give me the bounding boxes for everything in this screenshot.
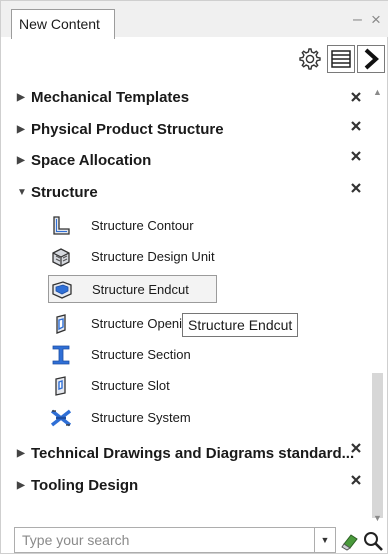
collapsed-triangle-icon: ▶ <box>17 448 25 459</box>
list-view-icon <box>331 50 351 68</box>
tree-category-tooling-design[interactable]: ▶ Tooling Design <box>17 473 138 499</box>
scroll-up-arrow-icon[interactable]: ▲ <box>373 87 382 97</box>
structure-contour-icon <box>53 216 70 235</box>
close-button[interactable]: × <box>371 11 381 28</box>
remove-category-icon[interactable] <box>349 90 363 104</box>
chevron-right-icon <box>364 48 379 70</box>
scrollbar-thumb[interactable] <box>372 373 383 518</box>
new-content-panel: New Content – × ▶ Mechanical Templates ▶… <box>0 0 388 554</box>
remove-category-icon[interactable] <box>349 441 363 455</box>
tree-category-physical-product-structure[interactable]: ▶ Physical Product Structure <box>17 117 224 143</box>
tree-scrollbar[interactable]: ▲ ▼ <box>370 83 385 533</box>
expand-panel-button[interactable] <box>357 45 385 73</box>
tooltip-structure-endcut: Structure Endcut <box>182 313 299 337</box>
tree-item-structure-endcut[interactable]: Structure Endcut <box>48 275 217 303</box>
search-bar: ▼ <box>14 527 386 553</box>
settings-button[interactable] <box>295 45 323 73</box>
structure-opening-icon <box>56 314 66 334</box>
structure-slot-icon <box>55 376 66 396</box>
eraser-icon[interactable] <box>340 531 360 551</box>
scroll-down-arrow-icon[interactable]: ▼ <box>373 513 382 523</box>
collapsed-triangle-icon: ▶ <box>17 480 25 491</box>
structure-system-icon <box>50 409 72 427</box>
remove-category-icon[interactable] <box>349 473 363 487</box>
tree-category-technical-drawings[interactable]: ▶ Technical Drawings and Diagrams standar… <box>17 441 354 467</box>
tree-item-structure-section[interactable]: Structure Section <box>48 341 316 369</box>
list-view-button[interactable] <box>327 45 355 73</box>
tree-item-structure-contour[interactable]: Structure Contour <box>48 212 316 240</box>
structure-design-unit-icon <box>52 248 70 267</box>
collapsed-triangle-icon: ▶ <box>17 124 25 135</box>
panel-header: New Content – × <box>1 1 388 39</box>
tree-category-space-allocation[interactable]: ▶ Space Allocation <box>17 148 151 174</box>
search-icon[interactable] <box>362 530 384 552</box>
structure-endcut-icon <box>52 281 72 299</box>
tree-item-structure-slot[interactable]: Structure Slot <box>48 372 316 400</box>
remove-category-icon[interactable] <box>349 119 363 133</box>
gear-icon <box>299 48 321 70</box>
tree-category-mechanical-templates[interactable]: ▶ Mechanical Templates <box>17 85 189 111</box>
minimize-button[interactable]: – <box>353 12 362 28</box>
structure-section-icon <box>52 345 70 365</box>
tree-category-structure[interactable]: ▼ Structure <box>17 180 98 206</box>
collapsed-triangle-icon: ▶ <box>17 92 25 103</box>
tree-item-structure-system[interactable]: Structure System <box>48 404 316 432</box>
remove-category-icon[interactable] <box>349 149 363 163</box>
tree-item-structure-design-unit[interactable]: Structure Design Unit <box>48 243 316 271</box>
search-history-dropdown[interactable]: ▼ <box>314 527 336 553</box>
collapsed-triangle-icon: ▶ <box>17 155 25 166</box>
tab-new-content[interactable]: New Content <box>11 9 115 39</box>
expanded-triangle-icon: ▼ <box>17 187 27 198</box>
remove-category-icon[interactable] <box>349 181 363 195</box>
search-input[interactable] <box>14 527 314 553</box>
